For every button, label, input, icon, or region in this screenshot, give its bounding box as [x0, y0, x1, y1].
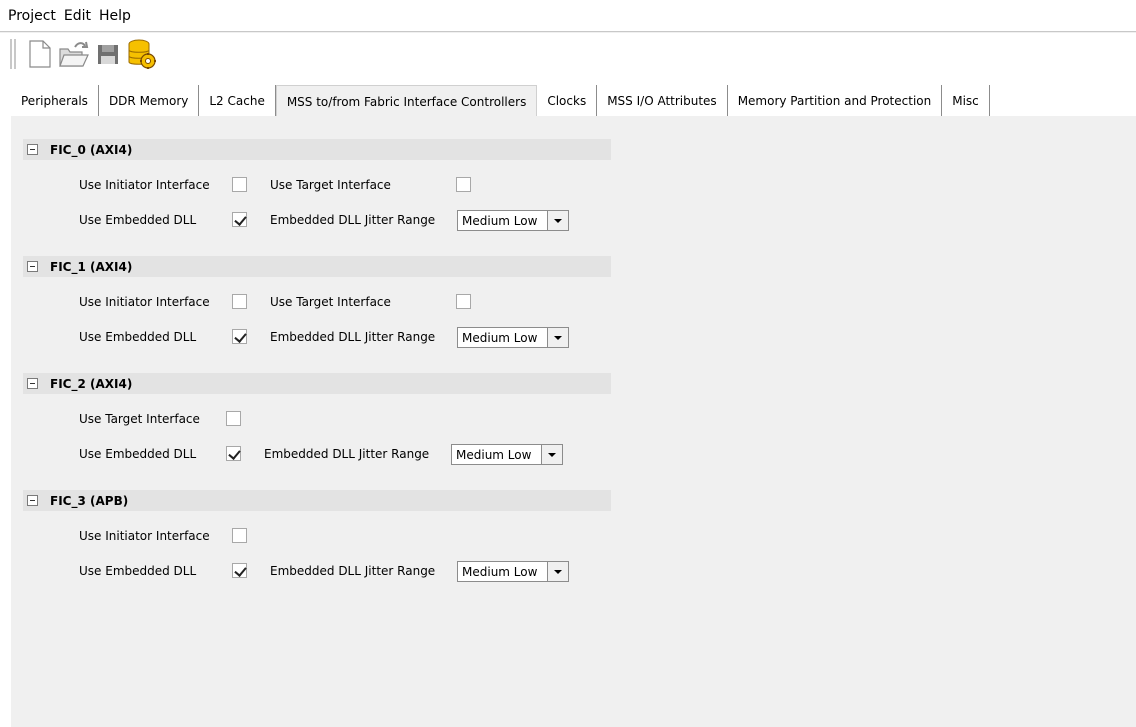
- initiator-label: Use Initiator Interface: [79, 295, 210, 309]
- configurator-panel: Peripherals DDR Memory L2 Cache MSS to/f…: [11, 85, 1136, 727]
- jitter-range-value: Medium Low: [456, 448, 532, 462]
- tab-l2-cache[interactable]: L2 Cache: [199, 85, 276, 116]
- collapse-icon[interactable]: [27, 261, 38, 272]
- group-fic-3: FIC_3 (APB) Use Initiator Interface Use …: [23, 490, 611, 598]
- group-fic-2: FIC_2 (AXI4) Use Target Interface Use Em…: [23, 373, 611, 481]
- save-button[interactable]: [92, 37, 124, 71]
- dll-checkbox[interactable]: [232, 563, 247, 578]
- database-settings-button[interactable]: [126, 37, 158, 71]
- tab-clocks[interactable]: Clocks: [537, 85, 598, 116]
- group-header: FIC_2 (AXI4): [23, 373, 611, 394]
- jitter-label: Embedded DLL Jitter Range: [270, 213, 436, 227]
- jitter-range-value: Medium Low: [462, 565, 538, 579]
- dll-label: Use Embedded DLL: [79, 564, 197, 578]
- target-checkbox[interactable]: [226, 411, 241, 426]
- chevron-down-icon[interactable]: [547, 328, 569, 347]
- group-header: FIC_3 (APB): [23, 490, 611, 511]
- new-file-button[interactable]: [24, 37, 56, 71]
- target-label: Use Target Interface: [79, 412, 200, 426]
- target-checkbox[interactable]: [456, 177, 471, 192]
- dll-checkbox[interactable]: [232, 212, 247, 227]
- target-label: Use Target Interface: [270, 295, 391, 309]
- target-label: Use Target Interface: [270, 178, 391, 192]
- tab-body: FIC_0 (AXI4) Use Initiator Interface Use…: [11, 116, 1136, 727]
- open-folder-button[interactable]: [58, 37, 90, 71]
- chevron-down-icon[interactable]: [547, 562, 569, 581]
- tab-fabric-interface-controllers[interactable]: MSS to/from Fabric Interface Controllers: [275, 85, 538, 117]
- tab-peripherals[interactable]: Peripherals: [11, 85, 99, 116]
- initiator-label: Use Initiator Interface: [79, 178, 210, 192]
- chevron-down-icon[interactable]: [547, 211, 569, 230]
- initiator-checkbox[interactable]: [232, 528, 247, 543]
- jitter-range-select[interactable]: Medium Low: [457, 210, 569, 231]
- collapse-icon[interactable]: [27, 378, 38, 389]
- jitter-range-value: Medium Low: [462, 214, 538, 228]
- content-area: Peripherals DDR Memory L2 Cache MSS to/f…: [0, 75, 1136, 727]
- tab-memory-partition-protection[interactable]: Memory Partition and Protection: [727, 85, 943, 116]
- jitter-label: Embedded DLL Jitter Range: [270, 564, 436, 578]
- menu-project[interactable]: Project: [8, 8, 56, 24]
- new-file-icon: [29, 40, 51, 68]
- toolbar: [0, 33, 1136, 75]
- menu-edit[interactable]: Edit: [64, 8, 91, 24]
- open-folder-icon: [59, 41, 89, 67]
- dll-label: Use Embedded DLL: [79, 330, 197, 344]
- group-header: FIC_1 (AXI4): [23, 256, 611, 277]
- collapse-icon[interactable]: [27, 495, 38, 506]
- target-checkbox[interactable]: [456, 294, 471, 309]
- menu-help[interactable]: Help: [99, 8, 131, 24]
- group-title: FIC_2 (AXI4): [50, 376, 133, 391]
- tab-mss-io-attributes[interactable]: MSS I/O Attributes: [597, 85, 728, 116]
- database-settings-icon: [128, 39, 156, 69]
- dll-checkbox[interactable]: [232, 329, 247, 344]
- initiator-label: Use Initiator Interface: [79, 529, 210, 543]
- collapse-icon[interactable]: [27, 144, 38, 155]
- jitter-label: Embedded DLL Jitter Range: [270, 330, 436, 344]
- tab-ddr-memory[interactable]: DDR Memory: [98, 85, 200, 116]
- save-icon: [98, 45, 118, 64]
- group-title: FIC_1 (AXI4): [50, 259, 133, 274]
- initiator-checkbox[interactable]: [232, 177, 247, 192]
- toolbar-grip[interactable]: [10, 39, 16, 69]
- group-header: FIC_0 (AXI4): [23, 139, 611, 160]
- jitter-range-value: Medium Low: [462, 331, 538, 345]
- dll-label: Use Embedded DLL: [79, 213, 197, 227]
- chevron-down-icon[interactable]: [541, 445, 563, 464]
- initiator-checkbox[interactable]: [232, 294, 247, 309]
- tab-misc[interactable]: Misc: [942, 85, 990, 116]
- group-fic-1: FIC_1 (AXI4) Use Initiator Interface Use…: [23, 256, 611, 364]
- group-title: FIC_3 (APB): [50, 493, 129, 508]
- tab-bar: Peripherals DDR Memory L2 Cache MSS to/f…: [11, 85, 990, 117]
- group-title: FIC_0 (AXI4): [50, 142, 133, 157]
- jitter-range-select[interactable]: Medium Low: [457, 327, 569, 348]
- dll-label: Use Embedded DLL: [79, 447, 197, 461]
- jitter-range-select[interactable]: Medium Low: [451, 444, 563, 465]
- menu-bar: Project Edit Help: [0, 0, 1136, 32]
- jitter-range-select[interactable]: Medium Low: [457, 561, 569, 582]
- app-window: Project Edit Help Peripherals DDR Memory…: [0, 0, 1136, 727]
- dll-checkbox[interactable]: [226, 446, 241, 461]
- group-fic-0: FIC_0 (AXI4) Use Initiator Interface Use…: [23, 139, 611, 247]
- jitter-label: Embedded DLL Jitter Range: [264, 447, 430, 461]
